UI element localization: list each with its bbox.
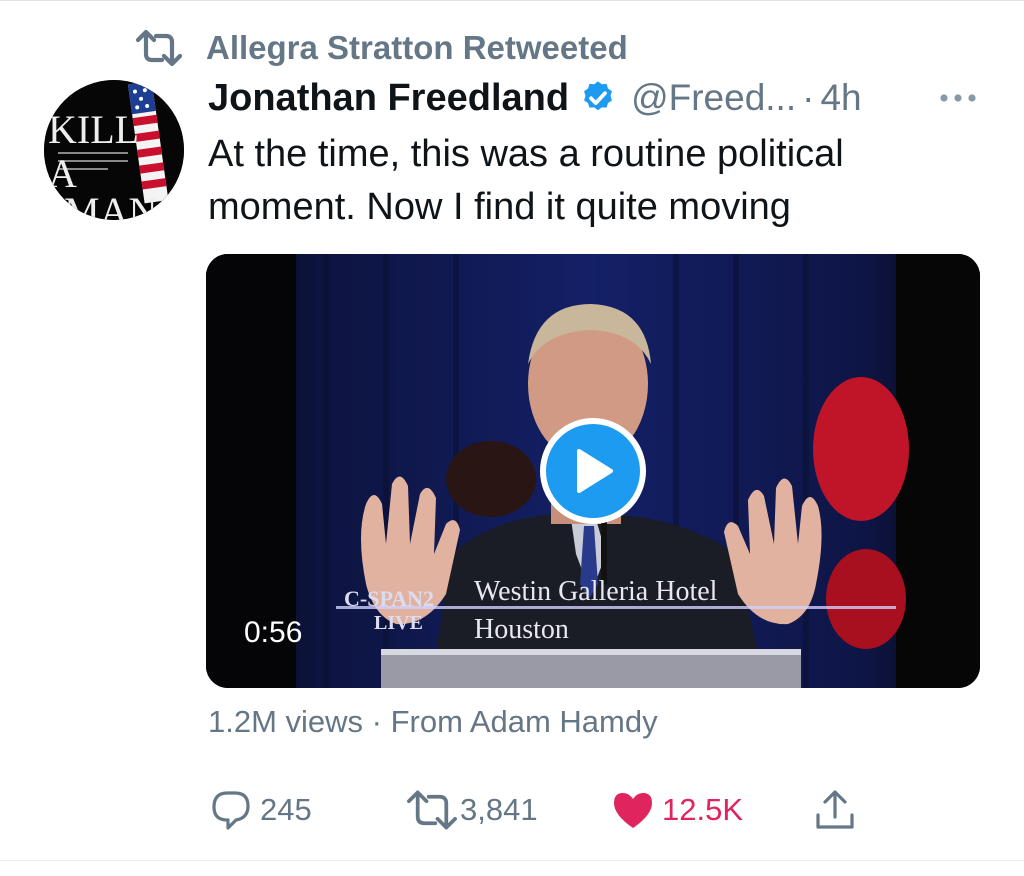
tweet-text: At the time, this was a routine politica… (208, 133, 844, 228)
time-separator: · (802, 77, 815, 118)
reply-button[interactable]: 245 (208, 786, 312, 834)
more-options-icon[interactable] (936, 80, 980, 116)
like-button[interactable]: 12.5K (610, 786, 743, 834)
tweet-header: Jonathan Freedland @Freed... · 4h (208, 72, 988, 124)
tweet-timestamp[interactable]: 4h (820, 77, 861, 119)
play-icon (577, 449, 613, 493)
network-logo: C-SPAN2 (344, 586, 435, 611)
author-name[interactable]: Jonathan Freedland (208, 77, 569, 120)
heart-filled-icon (614, 793, 652, 828)
retweet-count: 3,841 (460, 792, 538, 827)
video-caption-location: Westin Galleria Hotel (474, 576, 718, 607)
play-button[interactable] (540, 418, 646, 524)
tweet-card[interactable]: Allegra Stratton Retweeted KILL A MAN Jo… (0, 0, 1024, 876)
author-handle[interactable]: @Freed... (631, 77, 796, 119)
live-badge: LIVE (374, 612, 423, 634)
video-caption-city: Houston (474, 614, 569, 645)
top-divider (0, 0, 1024, 1)
verified-badge-icon (584, 81, 612, 111)
retweet-icon (407, 790, 457, 830)
bottom-divider (0, 860, 1024, 861)
retweet-button[interactable]: 3,841 (404, 786, 538, 834)
avatar-text-kill: KILL (48, 107, 140, 152)
retweet-context[interactable]: Allegra Stratton Retweeted (134, 28, 628, 68)
video-views-line: 1.2M views · From Adam Hamdy (208, 704, 658, 739)
reply-count: 245 (260, 792, 312, 827)
share-button[interactable] (812, 786, 858, 834)
retweet-icon (135, 29, 183, 67)
share-icon (816, 790, 854, 829)
reply-icon (212, 791, 250, 830)
avatar-text-man: MAN (64, 189, 158, 220)
like-count: 12.5K (662, 792, 744, 827)
video-duration: 0:56 (244, 616, 303, 649)
retweet-context-text: Allegra Stratton Retweeted (206, 29, 628, 66)
avatar[interactable]: KILL A MAN (44, 80, 184, 220)
